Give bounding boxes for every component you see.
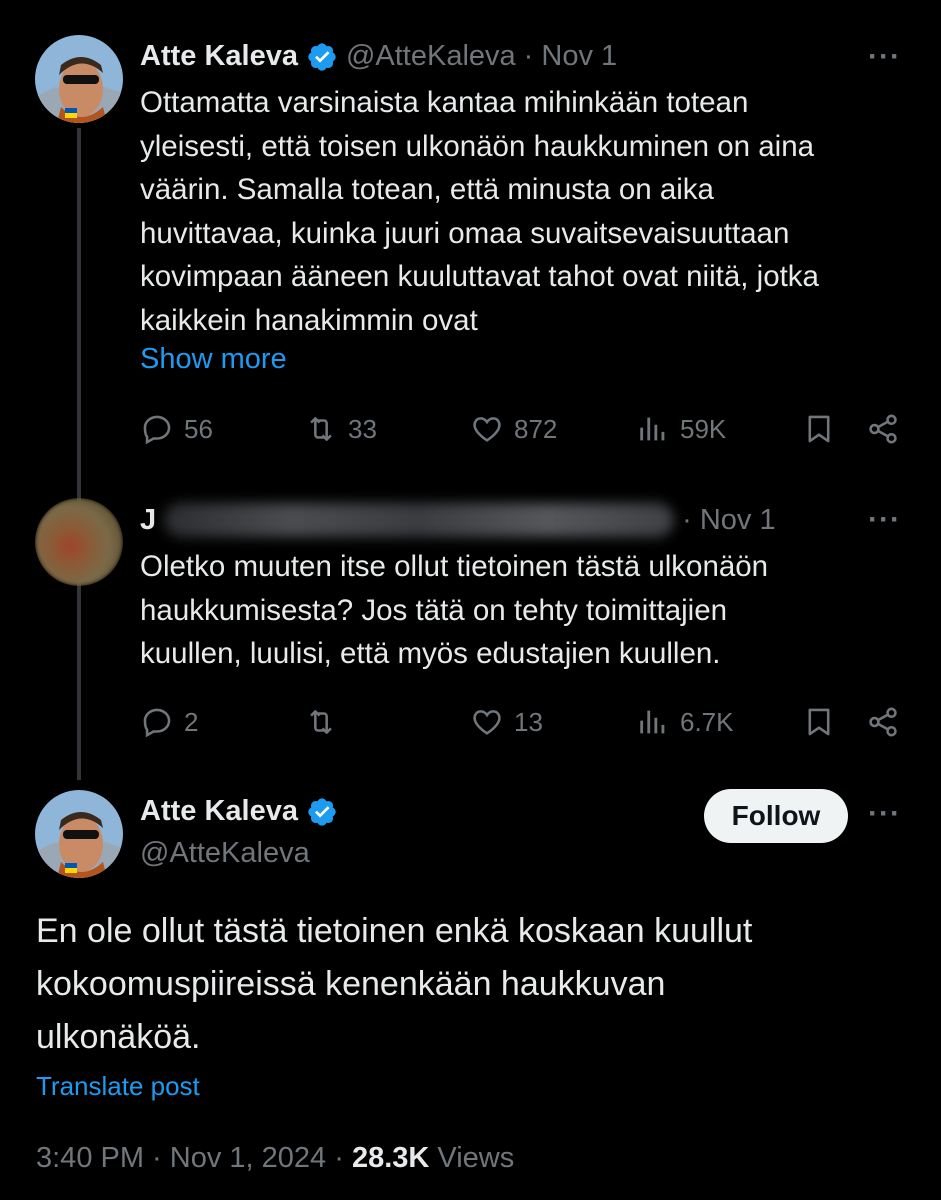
tweet-meta: 3:40 PM · Nov 1, 2024 · 28.3K Views — [36, 1142, 514, 1175]
timestamp[interactable]: 3:40 PM · Nov 1, 2024 · — [36, 1142, 352, 1174]
show-more-link[interactable]: Show more — [140, 343, 287, 376]
reply-button[interactable]: 56 — [140, 412, 213, 446]
reply-icon — [143, 415, 171, 445]
tweet-date[interactable]: · Nov 1 — [682, 504, 775, 537]
share-icon — [869, 707, 897, 737]
more-icon[interactable]: ··· — [868, 503, 901, 537]
author-name[interactable]: Atte Kaleva — [140, 40, 298, 73]
views-button[interactable]: 59K — [636, 412, 726, 446]
follow-button[interactable]: Follow — [704, 789, 848, 843]
bookmark-icon — [808, 708, 830, 736]
like-button[interactable]: 872 — [470, 412, 557, 446]
more-icon[interactable]: ··· — [868, 797, 901, 831]
retweet-button[interactable] — [304, 705, 338, 739]
more-icon[interactable]: ··· — [868, 40, 901, 74]
like-count: 13 — [514, 706, 543, 737]
views-button[interactable]: 6.7K — [636, 705, 734, 739]
views-count: 59K — [680, 413, 727, 444]
like-button[interactable]: 13 — [470, 705, 543, 739]
translate-link[interactable]: Translate post — [36, 1071, 200, 1102]
avatar[interactable] — [35, 790, 123, 878]
retweet-button[interactable]: 33 — [304, 412, 377, 446]
bookmark-icon — [808, 415, 830, 443]
views-total: 28.3K — [351, 1142, 430, 1174]
thread-line — [77, 128, 81, 780]
main-tweet-text: En ole ollut tästä tietoinen enkä koskaa… — [36, 912, 753, 1056]
reply-icon — [143, 708, 171, 738]
author-handle[interactable]: @AtteKaleva — [140, 837, 310, 870]
like-icon — [473, 710, 501, 735]
bookmark-button[interactable] — [802, 412, 836, 446]
tweet-text: Oletko muuten itse ollut tietoinen tästä… — [140, 550, 769, 670]
share-button[interactable] — [866, 412, 900, 446]
retweet-icon — [310, 710, 332, 734]
avatar-blurred[interactable] — [35, 498, 123, 586]
tweet-text: Ottamatta varsinaista kantaa mihinkään t… — [140, 86, 819, 337]
avatar[interactable] — [35, 35, 123, 123]
author-name[interactable]: Atte Kaleva — [140, 795, 298, 828]
views-count: 6.7K — [680, 706, 734, 737]
like-icon — [473, 417, 501, 442]
author-name[interactable]: J — [140, 504, 156, 537]
author-handle[interactable]: @AtteKaleva — [346, 40, 516, 73]
views-icon — [640, 710, 665, 734]
reply-button[interactable]: 2 — [140, 705, 198, 739]
share-icon — [869, 414, 897, 444]
verified-icon — [308, 42, 336, 71]
bookmark-button[interactable] — [802, 705, 836, 739]
like-count: 872 — [514, 413, 558, 444]
share-button[interactable] — [866, 705, 900, 739]
reply-count: 56 — [184, 413, 213, 444]
reply-count: 2 — [184, 706, 199, 737]
views-icon — [640, 417, 665, 441]
retweet-icon — [310, 417, 332, 441]
tweet-date[interactable]: · Nov 1 — [524, 40, 617, 73]
retweet-count: 33 — [348, 413, 377, 444]
blurred-name — [164, 503, 675, 537]
verified-icon — [308, 797, 336, 826]
views-label: Views — [429, 1142, 515, 1174]
